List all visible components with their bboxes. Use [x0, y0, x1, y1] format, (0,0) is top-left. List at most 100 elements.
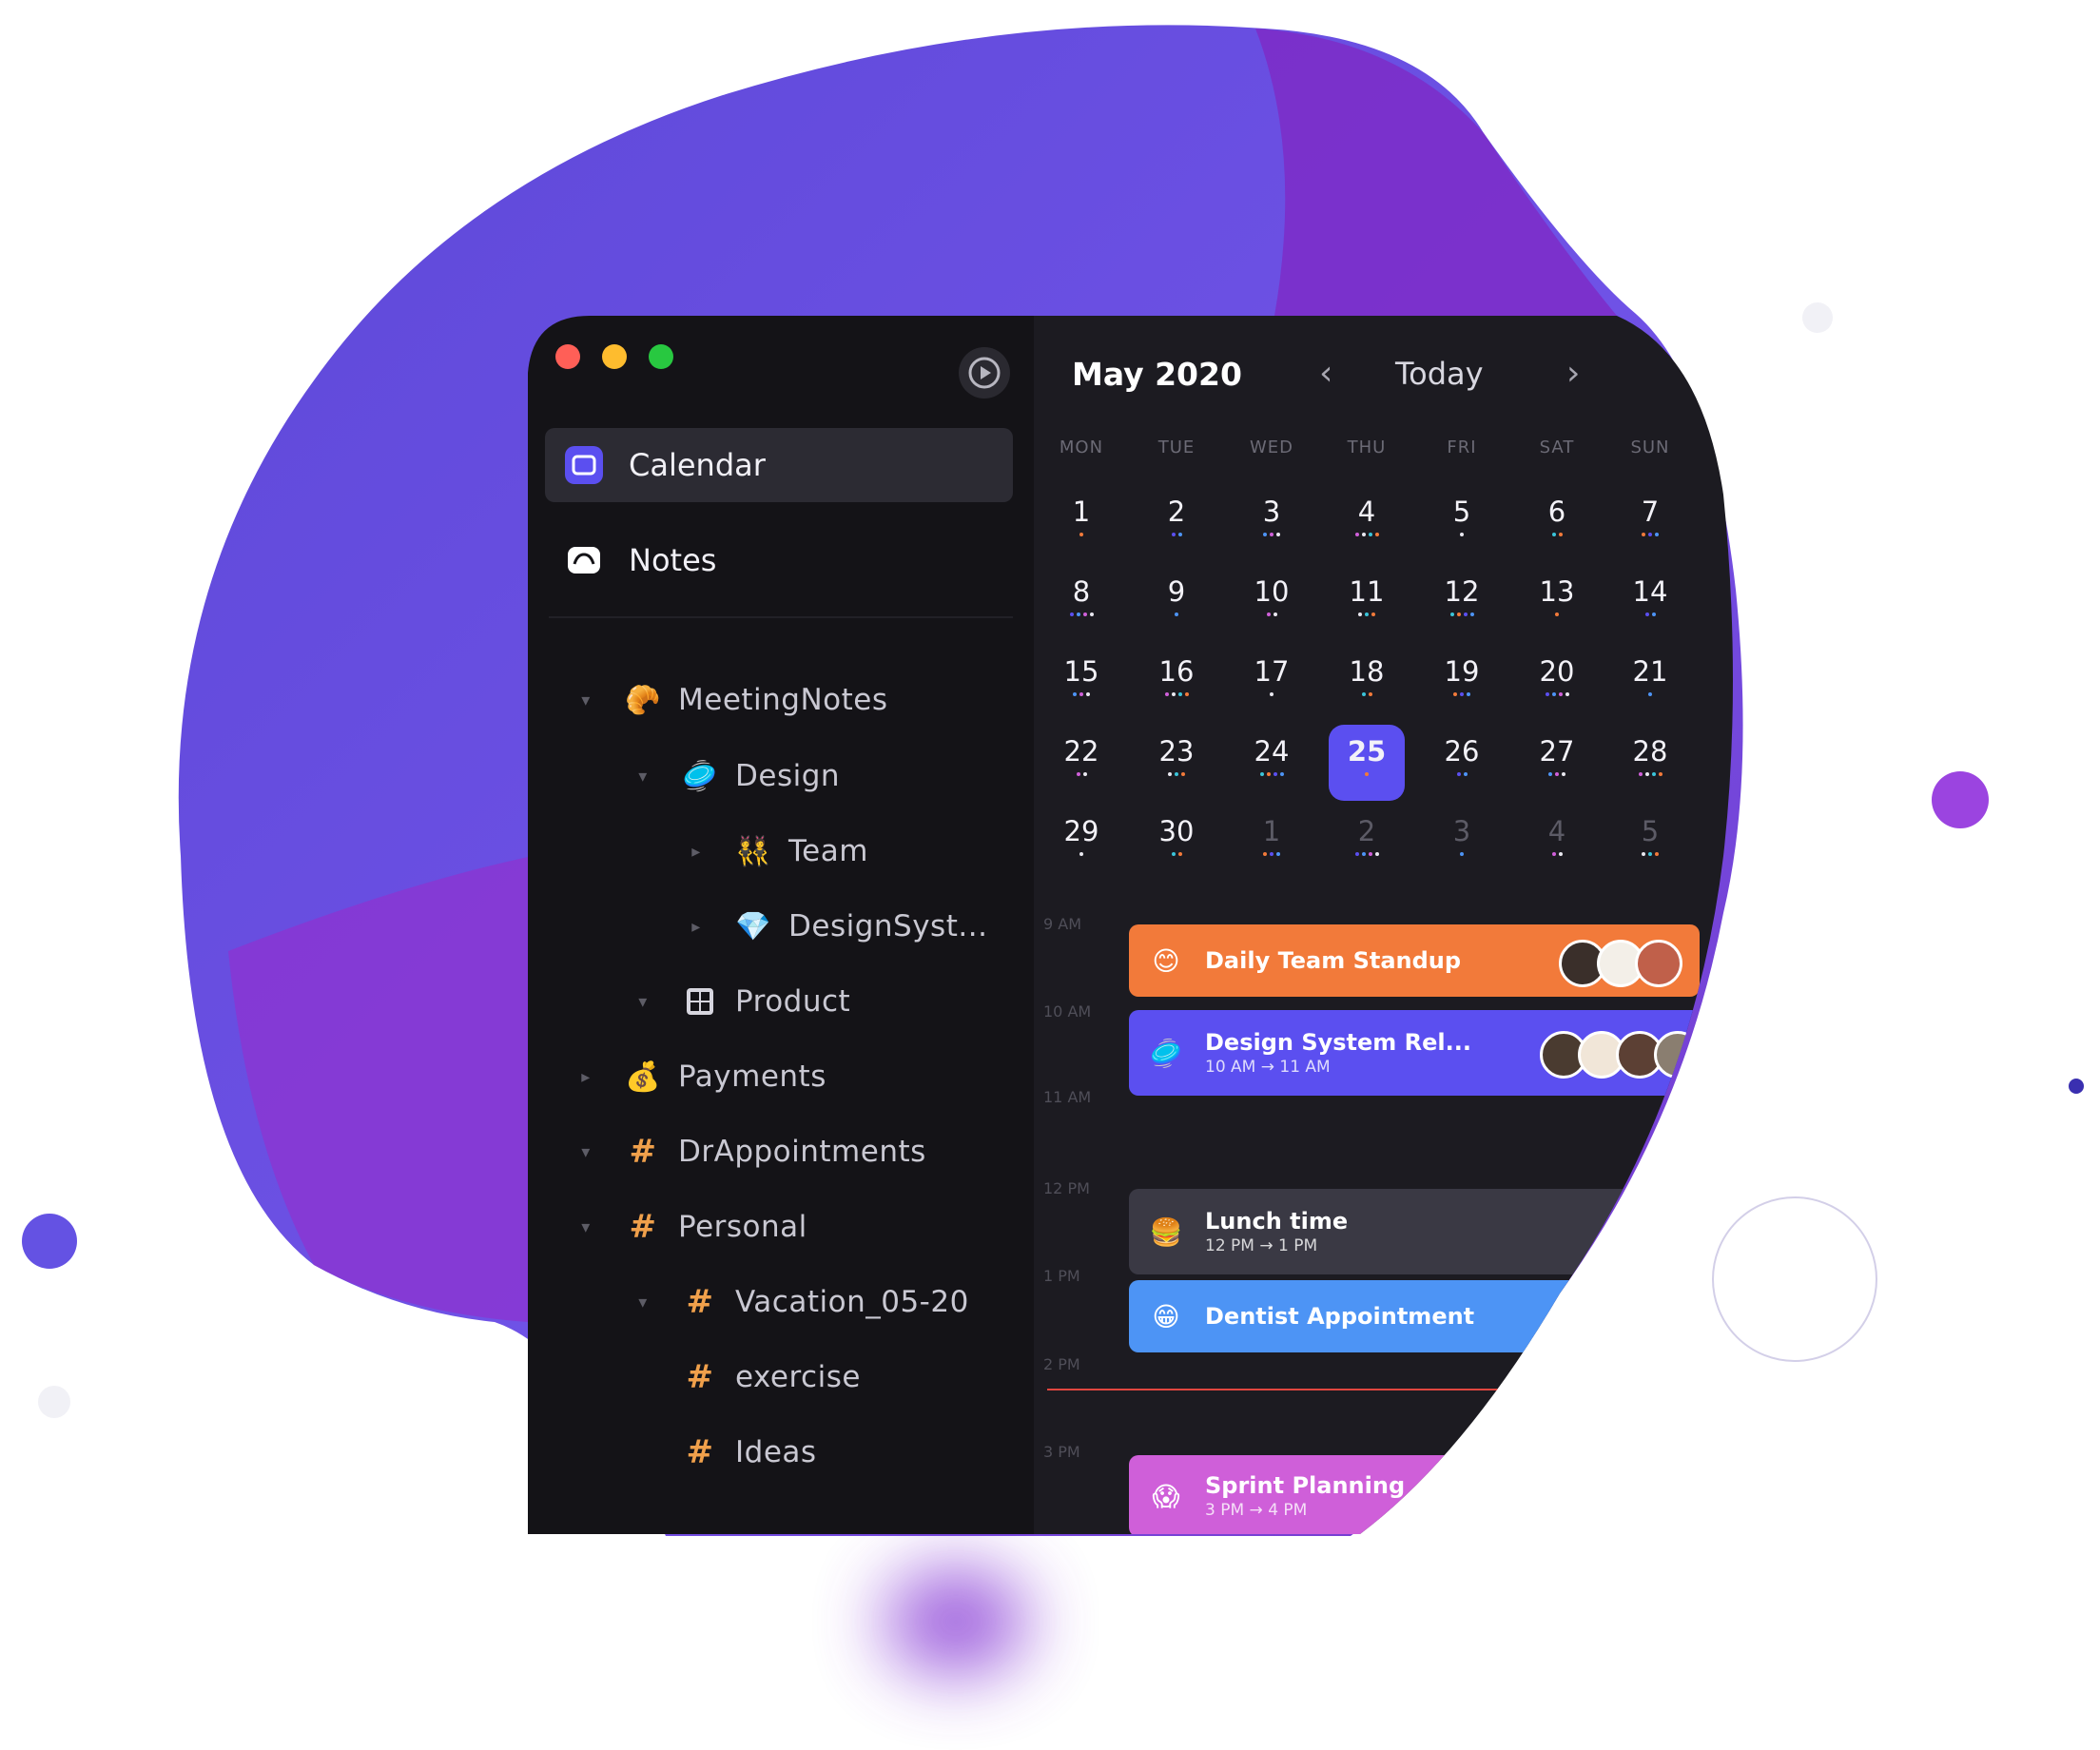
- calendar-day[interactable]: 23: [1138, 725, 1215, 801]
- tree-item-exercise[interactable]: # exercise: [632, 1351, 861, 1404]
- event-dot: [1655, 533, 1659, 536]
- tree-item-design[interactable]: ▾ 🥏 Design: [632, 749, 840, 803]
- chevron-right-icon: ▸: [581, 1066, 591, 1087]
- calendar-day[interactable]: 9: [1138, 565, 1215, 641]
- tree-item-designsystem[interactable]: ▸ 💎 DesignSyst...: [686, 900, 987, 953]
- calendar-day[interactable]: 11: [1329, 565, 1405, 641]
- event-dot: [1274, 612, 1277, 616]
- tree-item-drappointments[interactable]: ▾ # DrAppointments: [575, 1125, 926, 1178]
- event-dot: [1655, 852, 1659, 856]
- nav-notes[interactable]: Notes: [545, 523, 1013, 597]
- calendar-day[interactable]: 22: [1043, 725, 1119, 801]
- weekday-label: TUE: [1157, 438, 1196, 457]
- nav-notes-label: Notes: [629, 542, 717, 578]
- tree-item-team[interactable]: ▸ 👯 Team: [686, 825, 868, 878]
- calendar-day[interactable]: 27: [1519, 725, 1595, 801]
- gem-icon: 💎: [735, 909, 771, 943]
- event-dots: [1424, 612, 1500, 616]
- calendar-day[interactable]: 8: [1043, 565, 1119, 641]
- grid-icon: [682, 983, 718, 1020]
- maximize-window-button[interactable]: [649, 344, 673, 369]
- tree-item-vacation[interactable]: ▾ # Vacation_05-20: [632, 1275, 969, 1329]
- calendar-day[interactable]: 26: [1424, 725, 1500, 801]
- event-dots: [1329, 612, 1405, 616]
- minimize-window-button[interactable]: [602, 344, 627, 369]
- event-dot: [1077, 612, 1080, 616]
- cloud-notes-icon: [560, 536, 608, 584]
- sidebar: Calendar Notes ▾ 🥐 MeetingNotes ▾ 🥏 Desi…: [528, 316, 1034, 1543]
- event-dot: [1168, 772, 1172, 776]
- event-dot: [1362, 852, 1366, 856]
- calendar-day-number: 4: [1547, 815, 1566, 847]
- calendar-day-number: 23: [1158, 735, 1195, 768]
- event-dot: [1355, 533, 1359, 536]
- calendar-day[interactable]: 13: [1519, 565, 1595, 641]
- calendar-day[interactable]: 5: [1424, 485, 1500, 561]
- calendar-day[interactable]: 17: [1234, 645, 1310, 721]
- calendar-icon: [560, 441, 608, 489]
- calendar-day[interactable]: 6: [1519, 485, 1595, 561]
- calendar-day[interactable]: 2: [1329, 805, 1405, 881]
- calendar-day-number: 2: [1357, 815, 1376, 847]
- event-dot: [1263, 852, 1267, 856]
- time-label: 2 PM: [1043, 1355, 1080, 1373]
- event-time: 3 PM → 4 PM: [1205, 1501, 1308, 1520]
- calendar-day[interactable]: 25: [1329, 725, 1405, 801]
- prev-month-button[interactable]: ‹: [1319, 354, 1332, 393]
- tree-item-personal[interactable]: ▾ # Personal: [575, 1200, 807, 1254]
- event-dots: [1234, 692, 1310, 696]
- calendar-day[interactable]: 5: [1612, 805, 1688, 881]
- croissant-icon: 🥐: [625, 683, 661, 717]
- calendar-day[interactable]: 14: [1612, 565, 1688, 641]
- calendar-day[interactable]: 15: [1043, 645, 1119, 721]
- calendar-day[interactable]: 29: [1043, 805, 1119, 881]
- nav-calendar[interactable]: Calendar: [545, 428, 1013, 502]
- decor-dot-small: [2069, 1079, 2084, 1094]
- calendar-day[interactable]: 20: [1519, 645, 1595, 721]
- calendar-day[interactable]: 1: [1043, 485, 1119, 561]
- calendar-day[interactable]: 2: [1138, 485, 1215, 561]
- calendar-event[interactable]: 🥏 Design System Rel... 10 AM → 11 AM: [1129, 1010, 1719, 1096]
- calendar-day[interactable]: 21: [1612, 645, 1688, 721]
- event-dot: [1464, 772, 1468, 776]
- calendar-day[interactable]: 7: [1612, 485, 1688, 561]
- calendar-day[interactable]: 4: [1519, 805, 1595, 881]
- event-title: Design System Rel...: [1205, 1029, 1471, 1056]
- next-month-button[interactable]: ›: [1566, 354, 1580, 393]
- calendar-event[interactable]: 😊 Daily Team Standup: [1129, 924, 1700, 997]
- event-dots: [1612, 772, 1688, 776]
- calendar-day[interactable]: 30: [1138, 805, 1215, 881]
- play-button[interactable]: [959, 347, 1010, 399]
- calendar-day[interactable]: 28: [1612, 725, 1688, 801]
- event-dot: [1172, 852, 1176, 856]
- calendar-day[interactable]: 3: [1234, 485, 1310, 561]
- tree-item-meetingnotes[interactable]: ▾ 🥐 MeetingNotes: [575, 673, 888, 727]
- calendar-day[interactable]: 19: [1424, 645, 1500, 721]
- close-window-button[interactable]: [555, 344, 580, 369]
- event-dot: [1083, 772, 1087, 776]
- event-dot: [1086, 692, 1090, 696]
- tree-item-ideas[interactable]: # Ideas: [632, 1426, 817, 1479]
- calendar-day-number: 25: [1347, 735, 1387, 768]
- calendar-day[interactable]: 1: [1234, 805, 1310, 881]
- calendar-day[interactable]: 10: [1234, 565, 1310, 641]
- event-dot: [1276, 533, 1280, 536]
- tree-item-payments[interactable]: ▸ 💰 Payments: [575, 1050, 826, 1103]
- event-dot: [1470, 612, 1474, 616]
- hash-icon: #: [686, 1358, 714, 1396]
- event-dot: [1073, 692, 1077, 696]
- tree-item-product[interactable]: ▾ Product: [632, 975, 850, 1028]
- calendar-day[interactable]: 4: [1329, 485, 1405, 561]
- event-title: Daily Team Standup: [1205, 947, 1462, 974]
- calendar-day[interactable]: 3: [1424, 805, 1500, 881]
- event-time: 12 PM → 1 PM: [1205, 1236, 1318, 1255]
- calendar-day[interactable]: 12: [1424, 565, 1500, 641]
- calendar-day[interactable]: 16: [1138, 645, 1215, 721]
- event-dots: [1519, 852, 1595, 856]
- calendar-day[interactable]: 18: [1329, 645, 1405, 721]
- calendar-day-number: 29: [1063, 815, 1099, 847]
- today-button[interactable]: Today: [1395, 356, 1484, 392]
- sidebar-divider: [549, 616, 1013, 618]
- calendar-day[interactable]: 24: [1234, 725, 1310, 801]
- calendar-day-number: 21: [1632, 655, 1668, 688]
